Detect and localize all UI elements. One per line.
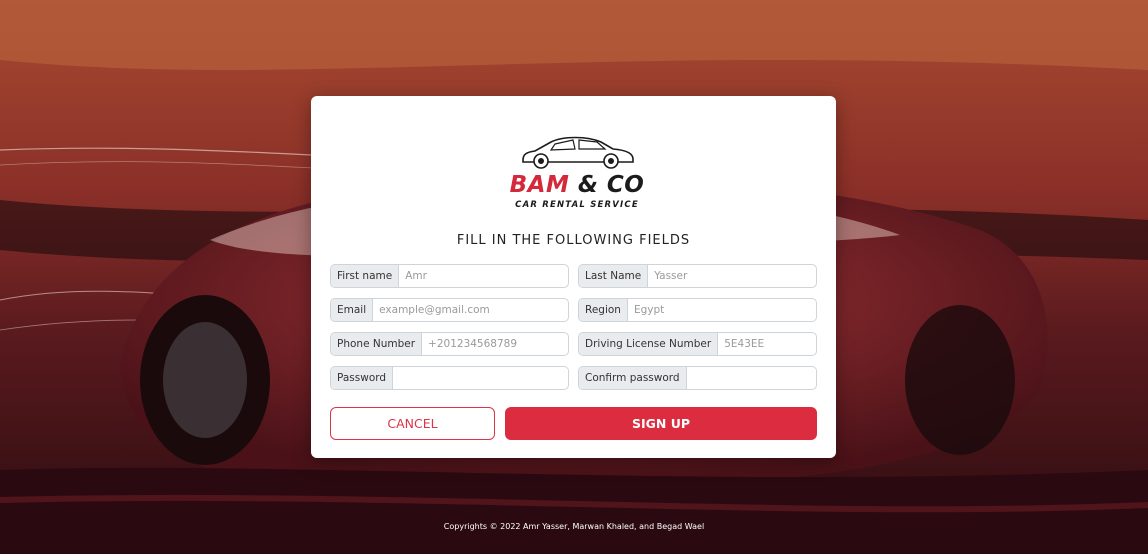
last-name-label: Last Name: [579, 265, 649, 287]
signup-card: BAM & CO CAR RENTAL SERVICE FILL IN THE …: [311, 96, 836, 458]
brand-name-part2: & CO: [577, 172, 645, 198]
brand-logo: BAM & CO CAR RENTAL SERVICE: [507, 132, 647, 214]
phone-input[interactable]: [422, 333, 568, 355]
form-heading: FILL IN THE FOLLOWING FIELDS: [456, 233, 691, 248]
footer-copyright: Copyrights © 2022 Amr Yasser, Marwan Kha…: [443, 522, 705, 531]
confirm-password-field: Confirm password: [578, 366, 817, 390]
brand-name: BAM & CO: [507, 172, 647, 198]
license-input[interactable]: [718, 333, 816, 355]
last-name-input[interactable]: [648, 265, 816, 287]
brand-tagline: CAR RENTAL SERVICE: [515, 200, 639, 210]
license-label: Driving License Number: [579, 333, 719, 355]
brand-name-part1: BAM: [509, 172, 570, 198]
car-logo-icon: [522, 136, 634, 169]
password-label: Password: [331, 367, 394, 389]
sign-up-button[interactable]: SIGN UP: [505, 407, 817, 440]
confirm-password-label: Confirm password: [579, 367, 687, 389]
email-label: Email: [331, 299, 374, 321]
cancel-button[interactable]: CANCEL: [330, 407, 495, 440]
confirm-password-input[interactable]: [686, 367, 816, 389]
region-label: Region: [579, 299, 628, 321]
password-field: Password: [330, 366, 569, 390]
first-name-input[interactable]: [399, 265, 568, 287]
first-name-field: First name: [330, 264, 569, 288]
license-field: Driving License Number: [578, 332, 817, 356]
region-field: Region: [578, 298, 817, 322]
phone-field: Phone Number: [330, 332, 569, 356]
last-name-field: Last Name: [578, 264, 817, 288]
email-field: Email: [330, 298, 569, 322]
phone-label: Phone Number: [331, 333, 423, 355]
region-input[interactable]: [627, 299, 816, 321]
email-input[interactable]: [373, 299, 568, 321]
password-input[interactable]: [393, 367, 568, 389]
first-name-label: First name: [331, 265, 400, 287]
